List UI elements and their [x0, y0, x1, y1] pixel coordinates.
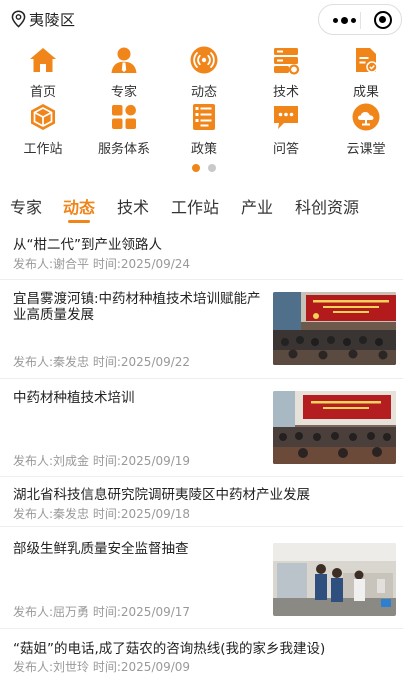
policy-icon — [193, 104, 215, 130]
page-dot-active[interactable] — [192, 164, 200, 172]
broadcast-icon — [190, 46, 218, 74]
qa-chat-icon — [274, 106, 298, 129]
tab-technology[interactable]: 技术 — [117, 194, 149, 218]
menu-label: 专家 — [110, 85, 137, 100]
workstation-icon — [31, 104, 55, 130]
menu-label: 云课堂 — [346, 142, 386, 157]
news-title: 中药材种植技术培训 — [13, 390, 135, 406]
news-meta: 发布人:刘世玲 时间:2025/09/09 — [13, 660, 191, 674]
news-title: 部级生鲜乳质量安全监督抽查 — [13, 541, 189, 557]
more-dots-icon[interactable] — [333, 17, 357, 24]
technology-icon — [274, 48, 300, 75]
news-meta: 发布人:秦发忠 时间:2025/09/22 — [13, 355, 191, 369]
menu-label: 服务体系 — [97, 142, 150, 157]
tab-workstation[interactable]: 工作站 — [171, 194, 219, 218]
news-thumbnail — [273, 292, 396, 365]
menu-item-news[interactable]: 动态 — [164, 45, 244, 109]
news-item[interactable]: 湖北省科技信息研究院调研夷陵区中药材产业发展 发布人:秦发忠 时间:2025/0… — [0, 477, 403, 527]
menu-label: 技术 — [272, 85, 299, 100]
location-selector[interactable]: 夷陵区 — [11, 8, 76, 30]
menu-label: 政策 — [190, 142, 217, 157]
news-meta: 发布人:刘成金 时间:2025/09/19 — [13, 454, 191, 468]
news-item[interactable]: 从“柑二代”到产业领路人 发布人:谢合平 时间:2025/09/24 — [0, 230, 403, 280]
menu-label: 问答 — [272, 142, 299, 157]
menu-item-service-system[interactable]: 服务体系 — [84, 102, 164, 166]
news-meta: 发布人:屈万勇 时间:2025/09/17 — [13, 605, 191, 619]
news-item[interactable]: 宜昌雾渡河镇:中药材种植技术培训赋能产业高质量发展 发布人:秦发忠 时间:202… — [0, 280, 403, 379]
news-title: 宜昌雾渡河镇:中药材种植技术培训赋能产业高质量发展 — [13, 291, 261, 323]
capsule-divider — [360, 12, 361, 29]
grid-page-indicator — [192, 164, 216, 172]
miniapp-capsule — [318, 4, 402, 35]
menu-label: 成果 — [352, 85, 379, 100]
service-grid-icon — [112, 104, 136, 129]
category-tabs: 专家 动态 技术 工作站 产业 科创资源 — [0, 190, 403, 230]
menu-item-policy[interactable]: 政策 — [164, 102, 244, 166]
location-text: 夷陵区 — [29, 10, 76, 29]
cloud-class-icon — [352, 103, 380, 131]
menu-item-cloud-class[interactable]: 云课堂 — [326, 102, 403, 166]
active-tab-indicator — [68, 220, 90, 223]
news-title: 从“柑二代”到产业领路人 — [13, 237, 162, 253]
top-bar: 夷陵区 — [0, 0, 403, 38]
tab-innovation-resources[interactable]: 科创资源 — [295, 194, 359, 218]
news-meta: 发布人:秦发忠 时间:2025/09/18 — [13, 507, 191, 521]
menu-item-workstation[interactable]: 工作站 — [3, 102, 83, 166]
menu-item-home[interactable]: 首页 — [3, 45, 83, 109]
menu-item-expert[interactable]: 专家 — [84, 45, 164, 109]
achievement-icon — [356, 48, 378, 73]
home-icon — [30, 48, 56, 72]
target-close-icon[interactable] — [374, 11, 392, 29]
tab-news[interactable]: 动态 — [63, 194, 95, 218]
news-meta: 发布人:谢合平 时间:2025/09/24 — [13, 257, 191, 271]
news-thumbnail — [273, 543, 396, 616]
news-title: 湖北省科技信息研究院调研夷陵区中药材产业发展 — [13, 487, 310, 503]
news-item[interactable]: 部级生鲜乳质量安全监督抽查 发布人:屈万勇 时间:2025/09/17 — [0, 527, 403, 629]
tab-expert[interactable]: 专家 — [10, 194, 42, 218]
menu-item-technology[interactable]: 技术 — [246, 45, 326, 109]
tab-industry[interactable]: 产业 — [241, 194, 273, 218]
expert-icon — [111, 47, 137, 73]
menu-item-achievement[interactable]: 成果 — [326, 45, 403, 109]
menu-label: 首页 — [29, 85, 56, 100]
menu-item-qa[interactable]: 问答 — [246, 102, 326, 166]
news-thumbnail — [273, 391, 396, 464]
location-pin-icon — [11, 10, 26, 28]
page-dot[interactable] — [208, 164, 216, 172]
menu-label: 工作站 — [23, 142, 63, 157]
menu-label: 动态 — [190, 85, 217, 100]
news-title: “菇姐”的电话,成了菇农的咨询热线(我的家乡我建设) — [13, 641, 326, 657]
news-item[interactable]: “菇姐”的电话,成了菇农的咨询热线(我的家乡我建设) 发布人:刘世玲 时间:20… — [0, 629, 403, 680]
news-item[interactable]: 中药材种植技术培训 发布人:刘成金 时间:2025/09/19 — [0, 379, 403, 477]
